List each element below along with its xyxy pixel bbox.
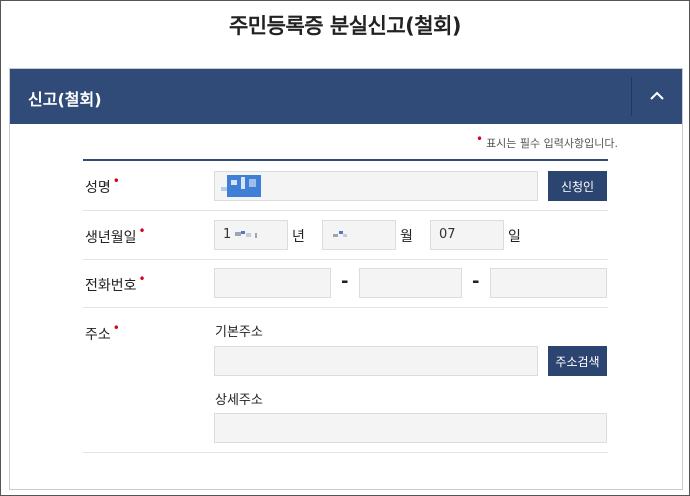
applicant-button[interactable]: 신청인: [548, 171, 607, 201]
name-input[interactable]: [214, 171, 538, 201]
required-mark: •: [138, 272, 146, 286]
name-label: 성명 •: [85, 174, 120, 197]
address-label-text: 주소: [85, 327, 111, 343]
phone-part1-input[interactable]: [214, 268, 331, 298]
masked-month-icon: [333, 230, 347, 237]
masked-year-icon: [235, 230, 258, 238]
birth-month-input[interactable]: [322, 220, 396, 250]
basic-address-label: 기본주소: [215, 325, 263, 340]
panel-header: 신고(철회): [10, 69, 682, 124]
birth-day-input[interactable]: 07: [430, 220, 504, 250]
birth-year-value: 1: [223, 227, 232, 242]
required-note: • 표시는 필수 입력사항입니다.: [475, 132, 618, 151]
phone-label: 전화번호 •: [85, 272, 146, 295]
masked-name-icon: [221, 175, 261, 197]
required-mark: •: [112, 321, 120, 335]
required-note-text: 표시는 필수 입력사항입니다.: [486, 137, 618, 150]
row-divider: [83, 452, 608, 453]
phone-separator: -: [341, 271, 349, 292]
address-label: 주소 •: [85, 321, 120, 344]
detail-address-input[interactable]: [214, 413, 607, 443]
birth-label-text: 생년월일: [85, 230, 137, 246]
phone-label-text: 전화번호: [85, 278, 137, 294]
phone-separator: -: [472, 271, 480, 292]
name-label-text: 성명: [85, 180, 111, 196]
phone-part3-input[interactable]: [490, 268, 607, 298]
basic-address-input[interactable]: [214, 346, 538, 376]
address-search-button[interactable]: 주소검색: [548, 346, 607, 376]
form-top-divider: [83, 159, 608, 161]
panel-title: 신고(철회): [28, 90, 102, 109]
detail-address-label: 상세주소: [215, 393, 263, 408]
row-divider: [83, 210, 608, 211]
row-divider: [83, 307, 608, 308]
birth-year-input[interactable]: 1: [214, 220, 288, 250]
day-unit: 일: [508, 229, 521, 245]
chevron-up-icon: [650, 91, 664, 100]
required-mark: •: [138, 224, 146, 238]
phone-part2-input[interactable]: [359, 268, 462, 298]
collapse-button[interactable]: [632, 69, 682, 124]
birth-label: 생년월일 •: [85, 224, 146, 247]
required-dot-icon: •: [475, 132, 484, 146]
required-mark: •: [112, 174, 120, 188]
month-unit: 월: [400, 229, 413, 245]
year-unit: 년: [292, 229, 305, 245]
page-title: 주민등록증 분실신고(철회): [228, 14, 462, 38]
row-divider: [83, 259, 608, 260]
